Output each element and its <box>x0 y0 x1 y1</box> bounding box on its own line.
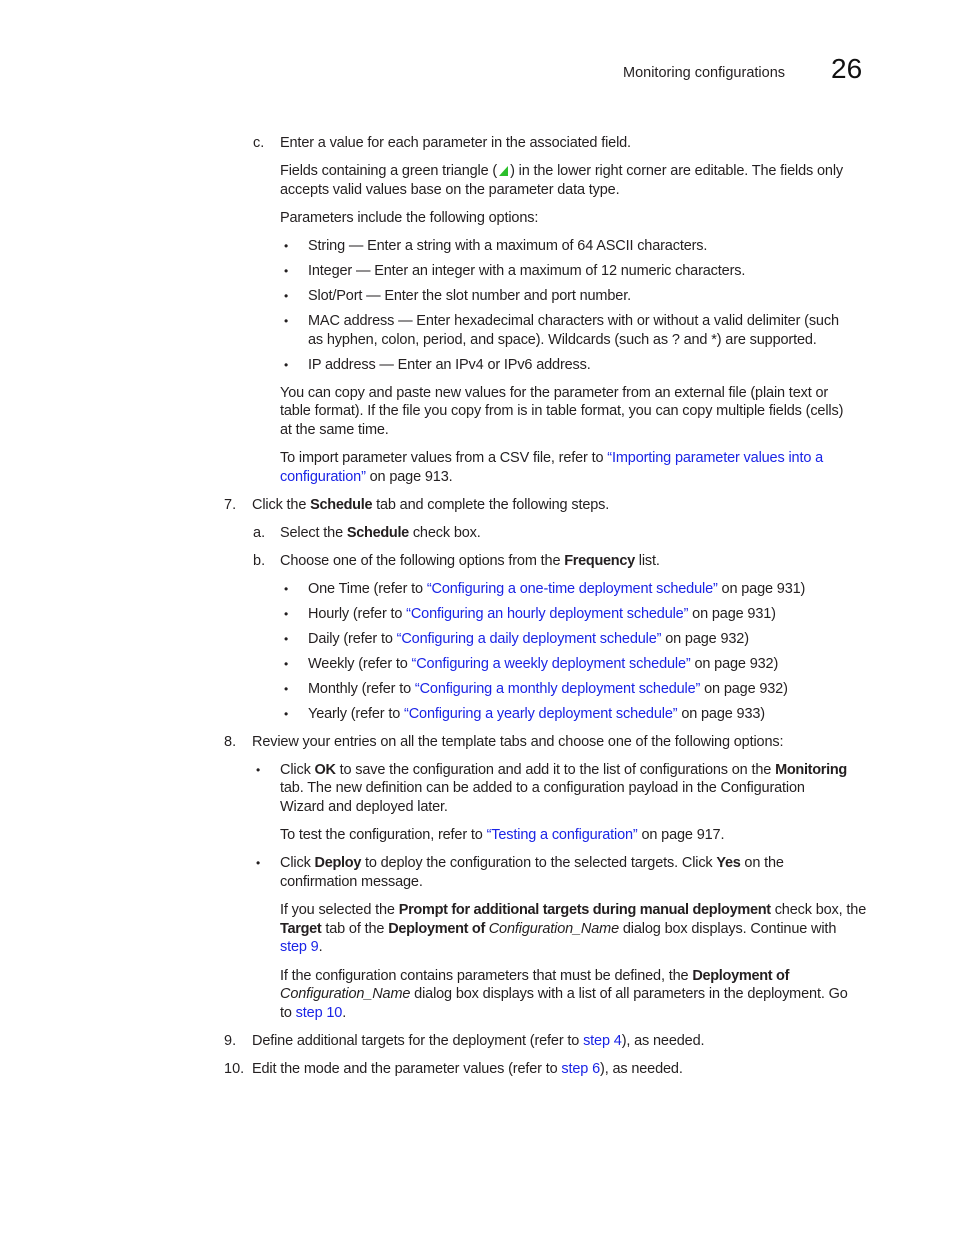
bullet-icon: • <box>284 682 289 696</box>
deploy-button-ref: Deploy <box>314 855 362 871</box>
bullet-icon: • <box>284 289 289 303</box>
monitoring-tab-ref: Monitoring <box>775 762 847 778</box>
frequency-item: Yearly (refer to “Configuring a yearly d… <box>308 706 765 722</box>
target-tab-ref: Target <box>280 921 322 937</box>
import-parameter-values-link[interactable]: “Importing parameter values into a <box>607 450 823 466</box>
prompt-targets-note: If you selected the Prompt for additiona… <box>280 902 867 918</box>
prompt-targets-note-line3: step 9. <box>280 939 323 955</box>
document-page: Monitoring configurations 26 c. Enter a … <box>0 0 954 1235</box>
step-7b-marker: b. <box>253 553 266 569</box>
editable-fields-note: Fields containing a green triangle () in… <box>280 163 843 179</box>
testing-configuration-link[interactable]: “Testing a configuration” <box>487 827 638 843</box>
step-7b-text: Choose one of the following options from… <box>280 553 660 569</box>
schedule-checkbox-ref: Schedule <box>346 525 409 541</box>
yes-button-ref: Yes <box>716 855 741 871</box>
step-7-marker: 7. <box>224 497 237 513</box>
bullet-icon: • <box>284 607 289 621</box>
running-header-title: Monitoring configurations <box>623 65 786 81</box>
step-10-marker: 10. <box>224 1061 245 1077</box>
frequency-item: Daily (refer to “Configuring a daily dep… <box>308 631 749 647</box>
param-item: Slot/Port — Enter the slot number and po… <box>308 288 631 304</box>
copy-paste-note: at the same time. <box>280 422 389 438</box>
frequency-item: Hourly (refer to “Configuring an hourly … <box>308 606 776 622</box>
ok-option-text-line3: Wizard and deployed later. <box>280 799 448 815</box>
bullet-icon: • <box>256 856 261 870</box>
daily-schedule-link[interactable]: “Configuring a daily deployment schedule… <box>397 631 662 647</box>
ok-option-text: Click OK to save the configuration and a… <box>280 762 847 778</box>
step-10-text: Edit the mode and the parameter values (… <box>252 1061 683 1077</box>
bullet-icon: • <box>284 264 289 278</box>
deployment-of-ref: Deployment of <box>692 968 790 984</box>
step-7a-marker: a. <box>253 525 266 541</box>
bullet-icon: • <box>284 707 289 721</box>
ok-button-ref: OK <box>314 762 336 778</box>
monthly-schedule-link[interactable]: “Configuring a monthly deployment schedu… <box>415 681 700 697</box>
step-c-marker: c. <box>253 135 265 151</box>
schedule-tab-ref: Schedule <box>310 497 373 513</box>
step-4-link[interactable]: step 4 <box>583 1033 622 1049</box>
step-8-marker: 8. <box>224 734 237 750</box>
params-defined-note-line2: Configuration_Name dialog box displays w… <box>280 986 848 1002</box>
params-defined-note-line3: to step 10. <box>280 1005 347 1021</box>
import-note-line2: configuration” on page 913. <box>280 469 453 485</box>
param-item: IP address — Enter an IPv4 or IPv6 addre… <box>308 357 591 373</box>
step-6-link[interactable]: step 6 <box>561 1061 600 1077</box>
one-time-schedule-link[interactable]: “Configuring a one-time deployment sched… <box>427 581 718 597</box>
prompt-targets-note-line2: Target tab of the Deployment of Configur… <box>280 921 837 937</box>
step-9-text: Define additional targets for the deploy… <box>252 1033 705 1049</box>
deployment-of-ref: Deployment of <box>388 921 489 937</box>
param-item: MAC address — Enter hexadecimal characte… <box>308 313 839 329</box>
bullet-icon: • <box>284 314 289 328</box>
bullet-icon: • <box>284 239 289 253</box>
params-intro: Parameters include the following options… <box>280 210 539 226</box>
step-9-marker: 9. <box>224 1033 237 1049</box>
frequency-list-ref: Frequency <box>564 553 635 569</box>
bullet-icon: • <box>256 763 261 777</box>
bullet-icon: • <box>284 358 289 372</box>
param-item: Integer — Enter an integer with a maximu… <box>308 263 746 279</box>
step-7a-text: Select the Schedule check box. <box>280 525 481 541</box>
step-7-text: Click the Schedule tab and complete the … <box>252 497 610 513</box>
step-10-link[interactable]: step 10 <box>296 1005 343 1021</box>
param-item: String — Enter a string with a maximum o… <box>308 238 708 254</box>
copy-paste-note: table format). If the file you copy from… <box>280 403 844 419</box>
bullet-icon: • <box>284 657 289 671</box>
step-8-text: Review your entries on all the template … <box>252 734 784 750</box>
param-item-cont: as hyphen, colon, period, and space). Wi… <box>308 332 817 348</box>
deploy-option-text: Click Deploy to deploy the configuration… <box>280 855 784 871</box>
import-note: To import parameter values from a CSV fi… <box>280 450 824 466</box>
editable-fields-note-line2: accepts valid values base on the paramet… <box>280 182 620 198</box>
frequency-item: Monthly (refer to “Configuring a monthly… <box>308 681 788 697</box>
params-defined-note: If the configuration contains parameters… <box>280 968 790 984</box>
bullet-icon: • <box>284 632 289 646</box>
test-config-note: To test the configuration, refer to “Tes… <box>280 827 725 843</box>
import-parameter-values-link-cont[interactable]: configuration” <box>280 469 366 485</box>
chapter-number: 26 <box>831 53 863 84</box>
step-9-link[interactable]: step 9 <box>280 939 319 955</box>
weekly-schedule-link[interactable]: “Configuring a weekly deployment schedul… <box>412 656 691 672</box>
deploy-option-text-line2: confirmation message. <box>280 874 423 890</box>
yearly-schedule-link[interactable]: “Configuring a yearly deployment schedul… <box>404 706 678 722</box>
bullet-icon: • <box>284 582 289 596</box>
hourly-schedule-link[interactable]: “Configuring an hourly deployment schedu… <box>406 606 688 622</box>
step-c-text: Enter a value for each parameter in the … <box>280 135 631 151</box>
frequency-item: Weekly (refer to “Configuring a weekly d… <box>308 656 779 672</box>
prompt-checkbox-ref: Prompt for additional targets during man… <box>398 902 771 918</box>
copy-paste-note: You can copy and paste new values for th… <box>280 385 829 401</box>
ok-option-text-line2: tab. The new definition can be added to … <box>280 780 805 796</box>
green-triangle-icon <box>499 166 509 176</box>
frequency-item: One Time (refer to “Configuring a one-ti… <box>308 581 806 597</box>
